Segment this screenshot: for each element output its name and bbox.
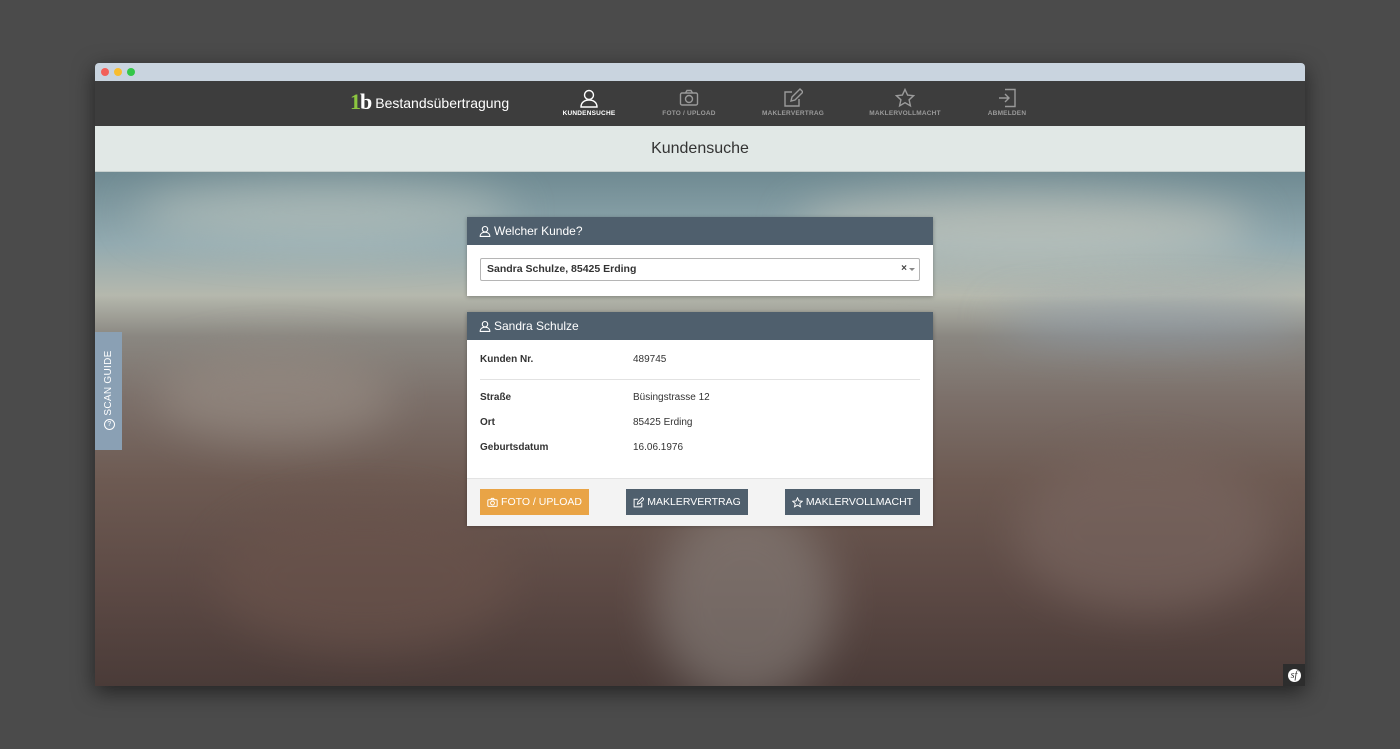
customer-select[interactable]: Sandra Schulze, 85425 Erding ×: [480, 258, 920, 281]
camera-icon: [487, 497, 498, 507]
panel-header: Sandra Schulze: [467, 312, 933, 340]
panel-footer: FOTO / UPLOAD MAKLERVERTRAG MAKLERVOLLMA…: [467, 478, 933, 526]
nav-item-abmelden[interactable]: ABMELDEN: [952, 88, 1062, 117]
star-icon: [791, 496, 803, 508]
panel-title: Welcher Kunde?: [494, 224, 583, 238]
nav-item-maklervollmacht[interactable]: MAKLERVOLLMACHT: [850, 88, 960, 117]
detail-value: 489745: [633, 354, 667, 365]
minimize-window-button[interactable]: [114, 68, 122, 76]
maklervollmacht-button[interactable]: MAKLERVOLLMACHT: [785, 489, 920, 515]
top-navbar: 1b Bestandsübertragung KUNDENSUCHE FOTO …: [95, 81, 1305, 126]
user-icon: [580, 89, 598, 108]
customer-select-value: Sandra Schulze, 85425 Erding: [487, 263, 637, 275]
nav-label: MAKLERVERTRAG: [761, 110, 825, 117]
maximize-window-button[interactable]: [127, 68, 135, 76]
camera-icon: [679, 89, 699, 106]
nav-label: ABMELDEN: [987, 110, 1027, 117]
edit-icon: [784, 88, 803, 107]
brand-logo: 1b: [350, 89, 372, 114]
user-icon: [479, 225, 491, 237]
detail-value: Büsingstrasse 12: [633, 392, 710, 403]
browser-window: 1b Bestandsübertragung KUNDENSUCHE FOTO …: [95, 63, 1305, 686]
scan-guide-label: SCAN GUIDE: [103, 350, 114, 416]
customer-details-panel: Sandra Schulze Kunden Nr. 489745 Straße …: [467, 312, 933, 526]
close-window-button[interactable]: [101, 68, 109, 76]
chevron-down-icon[interactable]: [909, 268, 915, 271]
foto-upload-button[interactable]: FOTO / UPLOAD: [480, 489, 589, 515]
panel-header: Welcher Kunde?: [467, 217, 933, 245]
background-city-image: ? SCAN GUIDE Welcher Kunde? Sandra Schulz…: [95, 172, 1305, 686]
user-icon: [479, 320, 491, 332]
nav-item-foto-upload[interactable]: FOTO / UPLOAD: [634, 88, 744, 117]
nav-label: FOTO / UPLOAD: [662, 110, 716, 117]
button-label: MAKLERVERTRAG: [647, 496, 741, 508]
help-circle-icon: ?: [104, 418, 115, 430]
divider: [480, 379, 920, 380]
detail-value: 85425 Erding: [633, 417, 693, 428]
nav-item-kundensuche[interactable]: KUNDENSUCHE: [534, 88, 644, 117]
clear-selection-button[interactable]: ×: [901, 263, 907, 274]
brand[interactable]: 1b Bestandsübertragung: [350, 89, 510, 114]
maklervertrag-button[interactable]: MAKLERVERTRAG: [626, 489, 748, 515]
page-title: Kundensuche: [95, 126, 1305, 172]
logout-icon: [999, 88, 1016, 108]
nav-label: KUNDENSUCHE: [562, 110, 616, 117]
brand-name: Bestandsübertragung: [375, 95, 510, 111]
window-titlebar: [95, 63, 1305, 81]
button-label: MAKLERVOLLMACHT: [805, 496, 914, 508]
detail-label: Kunden Nr.: [480, 354, 534, 365]
button-label: FOTO / UPLOAD: [501, 496, 582, 508]
nav-label: MAKLERVOLLMACHT: [869, 110, 941, 117]
detail-label: Geburtsdatum: [480, 442, 549, 453]
symfony-toolbar-icon[interactable]: sf: [1283, 664, 1305, 686]
symfony-logo-icon: sf: [1287, 668, 1301, 682]
customer-search-panel: Welcher Kunde? Sandra Schulze, 85425 Erd…: [467, 217, 933, 296]
panel-title: Sandra Schulze: [494, 319, 579, 333]
detail-label: Straße: [480, 392, 512, 403]
scan-guide-tab[interactable]: ? SCAN GUIDE: [95, 332, 122, 450]
detail-value: 16.06.1976: [633, 442, 684, 453]
star-icon: [895, 88, 915, 108]
detail-label: Ort: [480, 417, 495, 428]
nav-item-maklervertrag[interactable]: MAKLERVERTRAG: [738, 88, 848, 117]
edit-icon: [633, 496, 645, 507]
